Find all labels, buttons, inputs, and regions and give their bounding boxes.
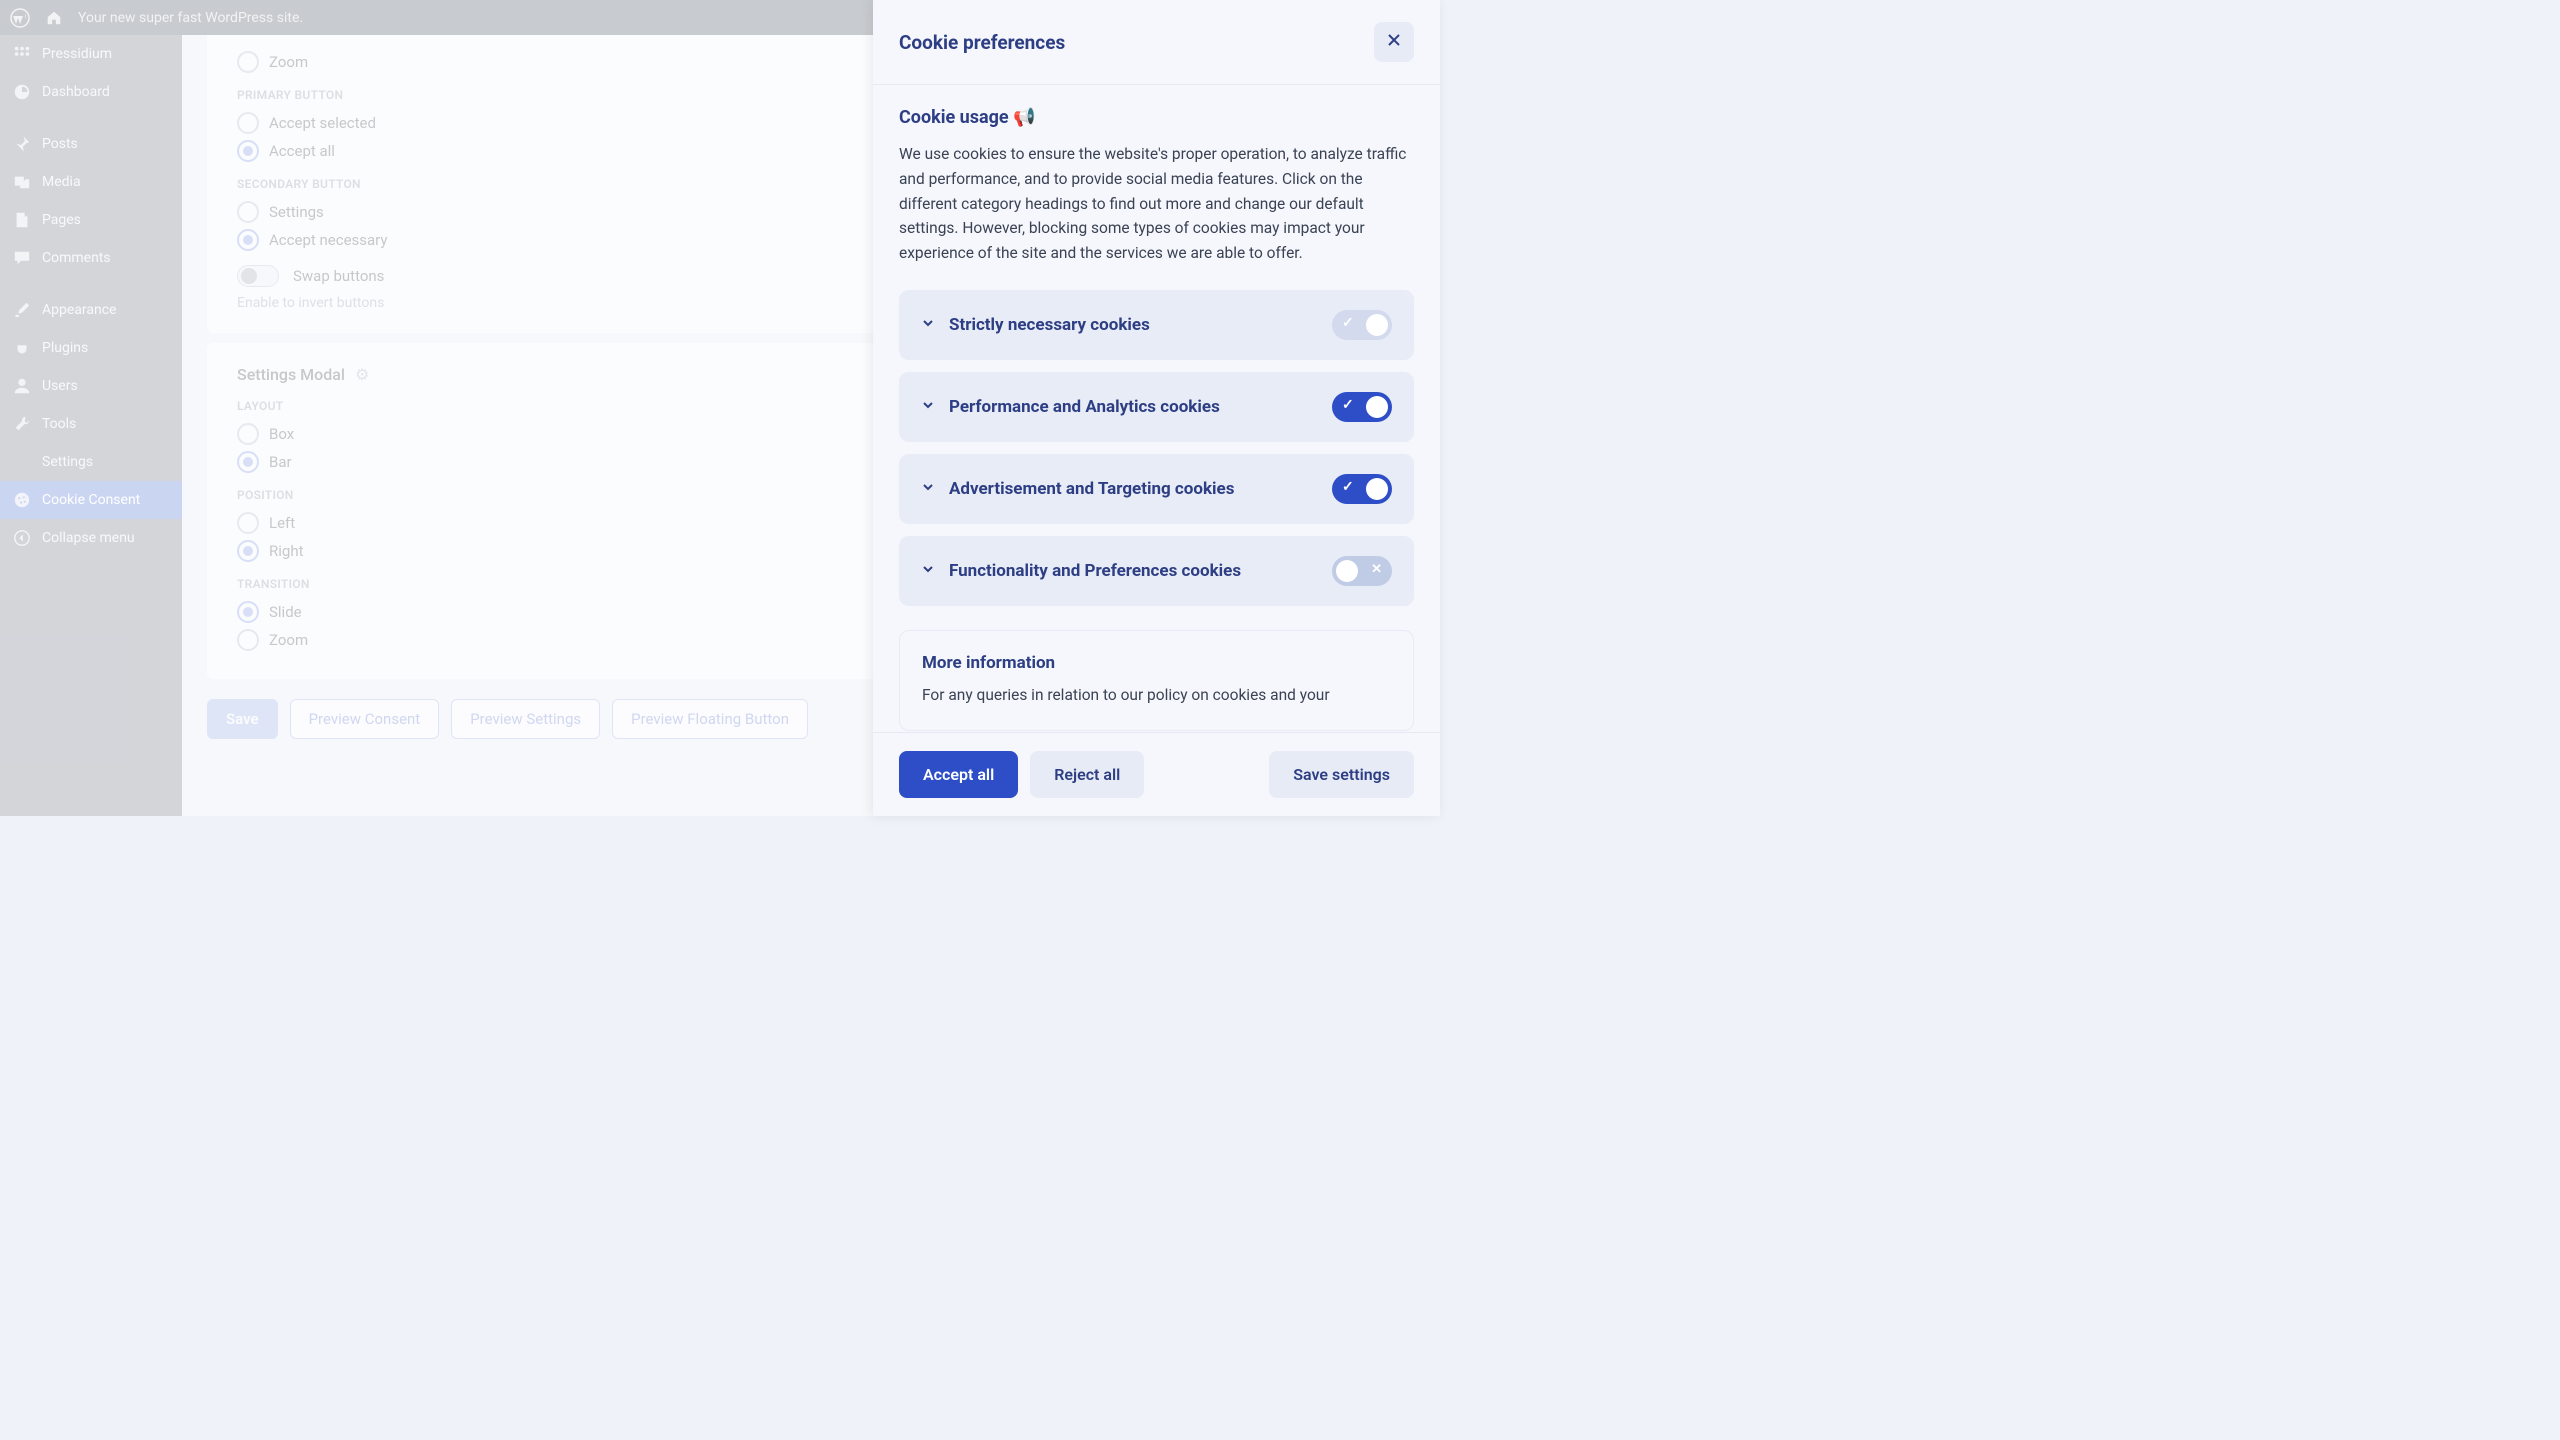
chevron-down-icon bbox=[921, 397, 935, 416]
more-information-box: More information For any queries in rela… bbox=[899, 630, 1414, 731]
category-label: Functionality and Preferences cookies bbox=[949, 561, 1332, 581]
cookie-usage-text: We use cookies to ensure the website's p… bbox=[899, 142, 1414, 266]
category-label: Strictly necessary cookies bbox=[949, 315, 1332, 335]
chevron-down-icon bbox=[921, 315, 935, 334]
close-button[interactable] bbox=[1374, 22, 1414, 62]
category-toggle[interactable] bbox=[1332, 474, 1392, 504]
category-label: Advertisement and Targeting cookies bbox=[949, 479, 1332, 499]
category-toggle-locked bbox=[1332, 310, 1392, 340]
cookie-preferences-panel: Cookie preferences Cookie usage 📢 We use… bbox=[873, 0, 1440, 816]
cookie-category-performance[interactable]: Performance and Analytics cookies bbox=[899, 372, 1414, 442]
close-icon bbox=[1386, 32, 1402, 52]
cookie-panel-header: Cookie preferences bbox=[873, 0, 1440, 85]
category-toggle[interactable] bbox=[1332, 556, 1392, 586]
accept-all-button[interactable]: Accept all bbox=[899, 751, 1018, 798]
cookie-category-necessary[interactable]: Strictly necessary cookies bbox=[899, 290, 1414, 360]
cookie-panel-footer: Accept all Reject all Save settings bbox=[873, 732, 1440, 816]
cookie-panel-body: Cookie usage 📢 We use cookies to ensure … bbox=[873, 85, 1440, 732]
category-label: Performance and Analytics cookies bbox=[949, 397, 1332, 417]
cookie-category-advertisement[interactable]: Advertisement and Targeting cookies bbox=[899, 454, 1414, 524]
save-settings-button[interactable]: Save settings bbox=[1269, 751, 1414, 798]
cookie-category-functionality[interactable]: Functionality and Preferences cookies bbox=[899, 536, 1414, 606]
more-info-text: For any queries in relation to our polic… bbox=[922, 683, 1391, 708]
reject-all-button[interactable]: Reject all bbox=[1030, 751, 1144, 798]
category-toggle[interactable] bbox=[1332, 392, 1392, 422]
chevron-down-icon bbox=[921, 561, 935, 580]
chevron-down-icon bbox=[921, 479, 935, 498]
cookie-usage-title: Cookie usage 📢 bbox=[899, 107, 1414, 128]
cookie-panel-title: Cookie preferences bbox=[899, 31, 1065, 54]
more-info-title: More information bbox=[922, 653, 1391, 673]
